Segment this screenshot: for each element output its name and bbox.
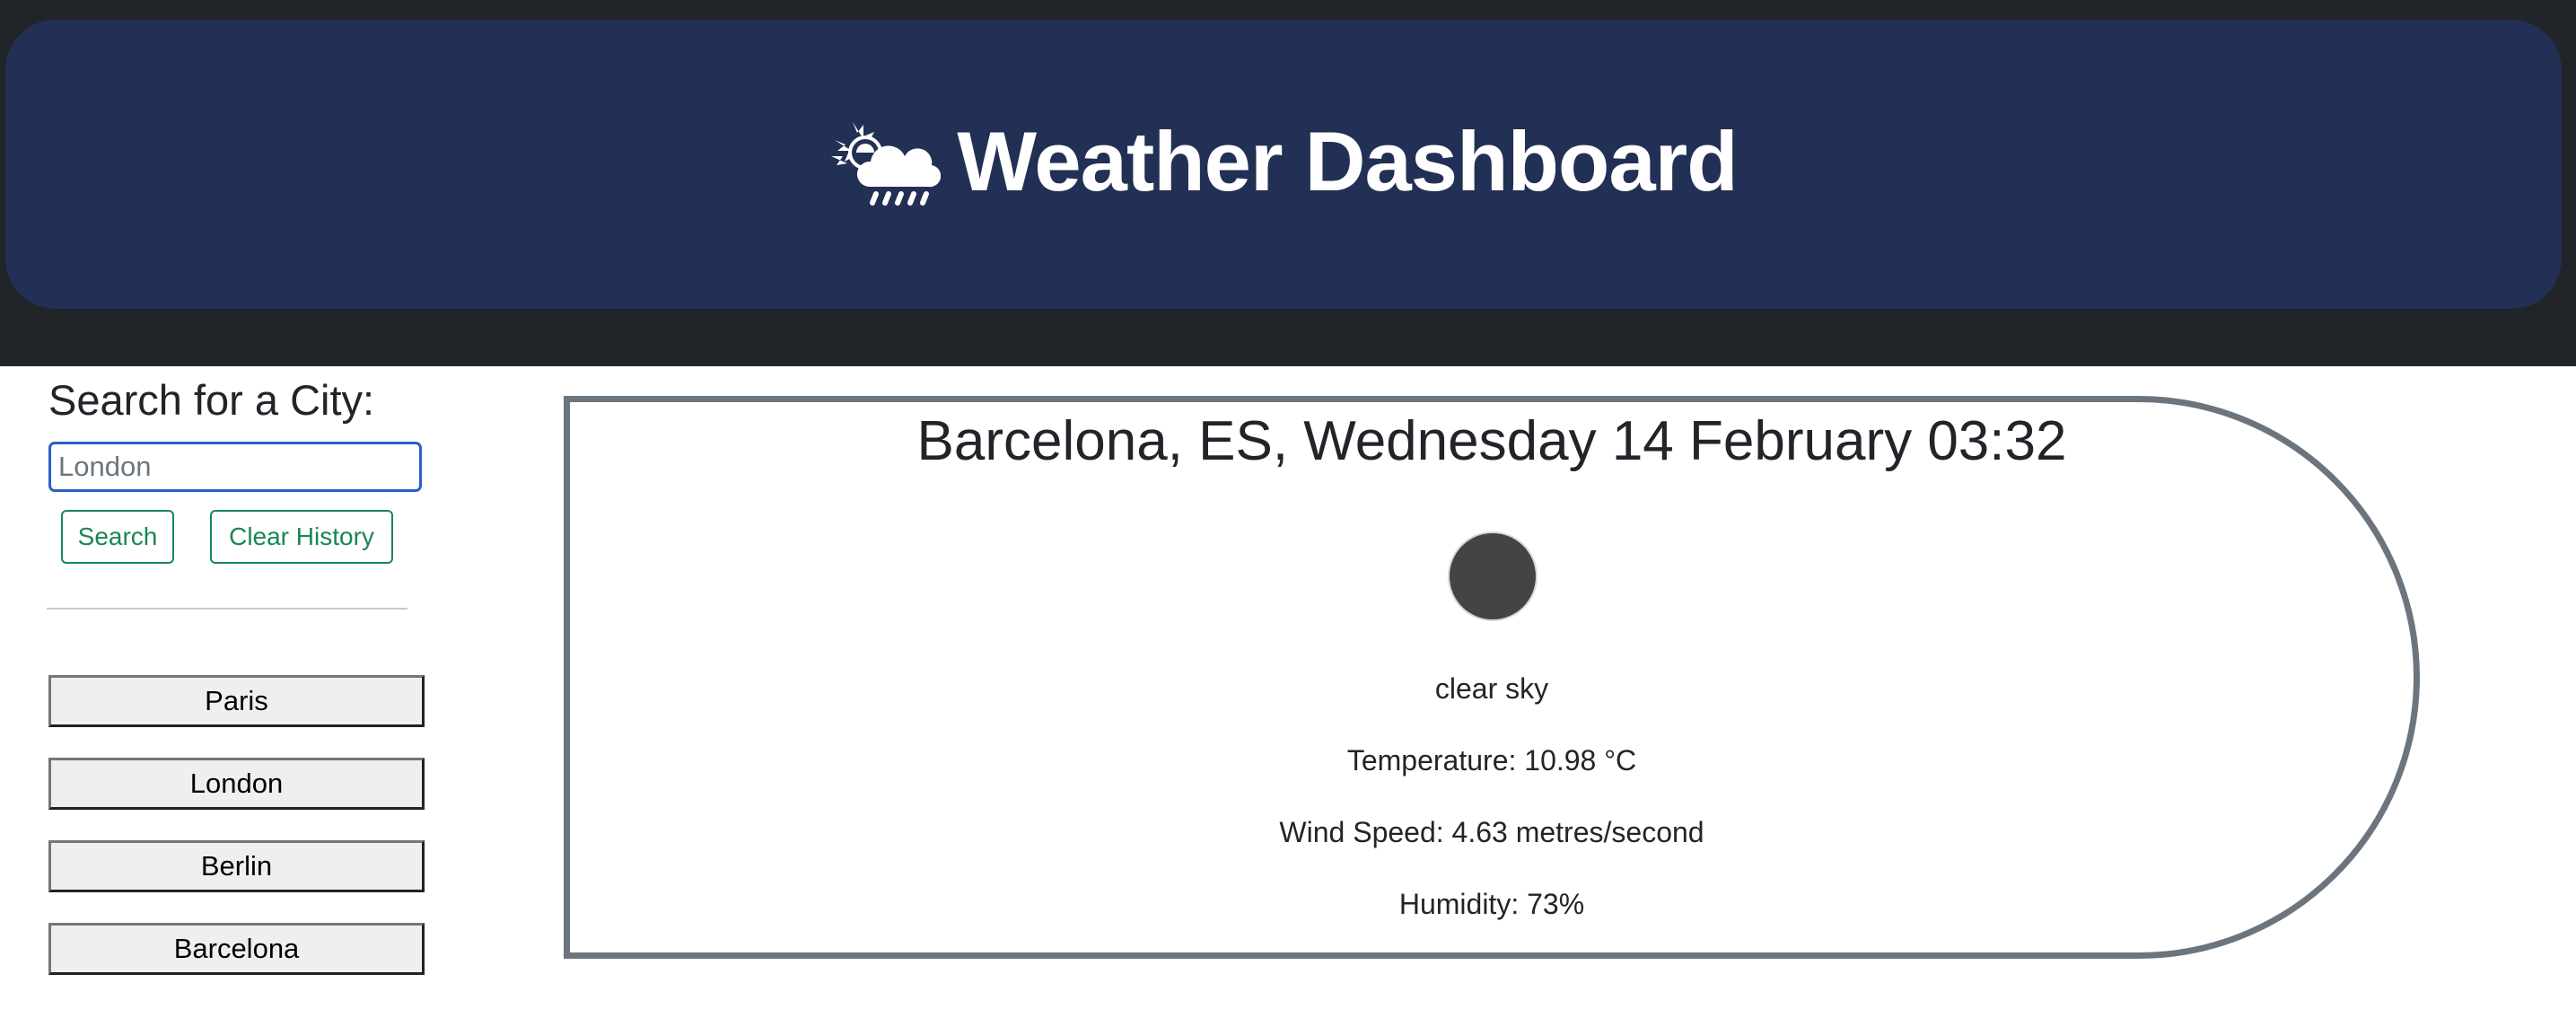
weather-icon <box>1450 533 1536 619</box>
history-item-london[interactable]: London <box>48 758 425 810</box>
temperature-reading: Temperature: 10.98 °C <box>1346 744 1637 777</box>
search-sidebar: Search for a City: Search Clear History … <box>0 366 467 1018</box>
weather-location-title: Barcelona, ES, Wednesday 14 February 03:… <box>916 410 2067 472</box>
header-inner: Weather Dashboard <box>829 113 1739 210</box>
history-item-paris[interactable]: Paris <box>48 675 425 727</box>
current-weather-card: Barcelona, ES, Wednesday 14 February 03:… <box>564 396 2420 959</box>
search-heading: Search for a City: <box>48 376 375 424</box>
history-item-berlin[interactable]: Berlin <box>48 840 425 892</box>
weather-description: clear sky <box>1434 672 1549 705</box>
clear-history-button[interactable]: Clear History <box>210 510 393 564</box>
city-search-input[interactable] <box>48 442 422 492</box>
humidity-reading: Humidity: 73% <box>1398 888 1585 920</box>
sidebar-divider <box>47 608 407 610</box>
wind-speed-reading: Wind Speed: 4.63 metres/second <box>1279 816 1704 848</box>
search-button[interactable]: Search <box>61 510 174 564</box>
app-header: Weather Dashboard <box>5 20 2562 309</box>
cloud-sun-rain-icon <box>831 122 942 206</box>
app-title: Weather Dashboard <box>957 114 1738 208</box>
history-item-barcelona[interactable]: Barcelona <box>48 923 425 975</box>
